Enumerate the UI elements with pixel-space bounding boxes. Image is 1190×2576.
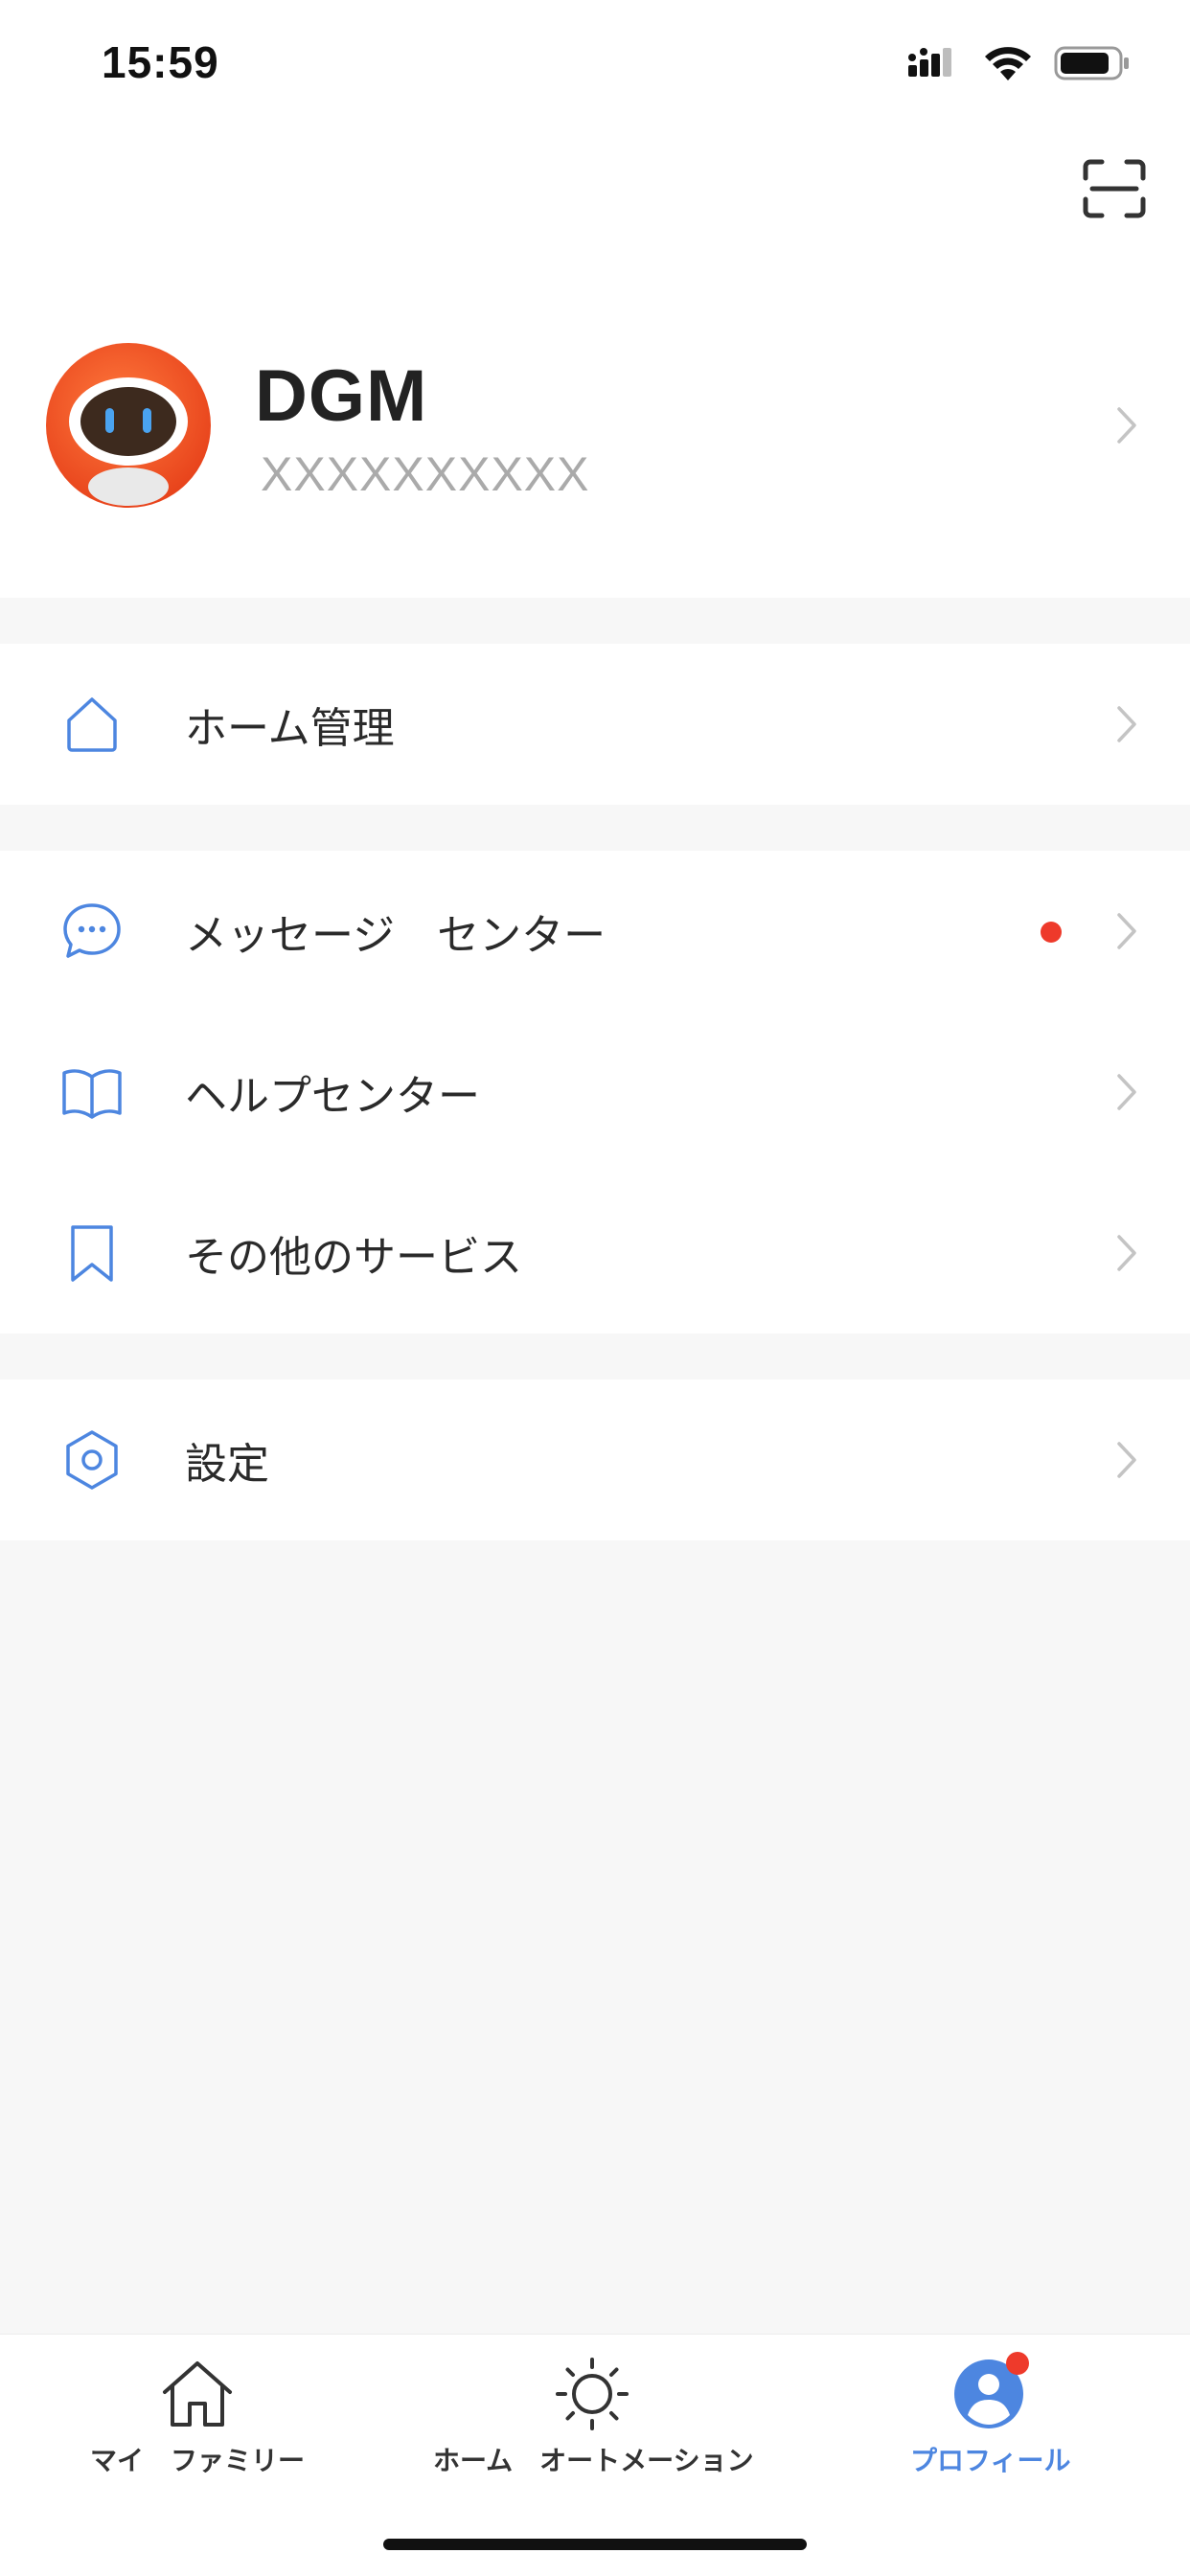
menu-group-support: メッセージ センター ヘルプセンター その他のサービス	[0, 851, 1190, 1334]
notification-dot	[1041, 922, 1062, 943]
battery-icon	[1054, 46, 1129, 80]
tab-label: プロフィール	[910, 2445, 1071, 2476]
sun-icon	[556, 2358, 629, 2430]
profile-name: DGM	[255, 355, 428, 437]
chevron-right-icon	[1117, 913, 1136, 949]
profile-account: XXXXXXXXXX	[261, 447, 590, 501]
menu-group-settings: 設定	[0, 1379, 1190, 1540]
status-time: 15:59	[102, 37, 219, 87]
tab-label: ホーム オートメーション	[433, 2445, 754, 2476]
chevron-right-icon	[1117, 1442, 1136, 1478]
menu-item-help-center[interactable]: ヘルプセンター	[0, 1012, 1190, 1173]
tab-home-automation[interactable]: ホーム オートメーション	[397, 2335, 793, 2488]
chat-bubble-icon	[63, 903, 121, 958]
bookmark-icon	[71, 1225, 113, 1282]
signal-icon	[908, 48, 951, 77]
robot-avatar	[46, 343, 211, 508]
menu-label: 設定	[185, 1440, 269, 1489]
menu-item-home-management[interactable]: ホーム管理	[0, 644, 1190, 805]
menu-label: その他のサービス	[185, 1233, 522, 1282]
chevron-right-icon	[1117, 407, 1136, 444]
status-icons	[908, 42, 1131, 84]
chevron-right-icon	[1117, 1074, 1136, 1110]
wifi-icon	[985, 47, 1031, 80]
menu-item-message-center[interactable]: メッセージ センター	[0, 851, 1190, 1012]
hexagon-settings-icon	[66, 1430, 118, 1490]
house-icon	[163, 2361, 232, 2427]
tab-label: マイ ファミリー	[90, 2445, 306, 2476]
house-icon	[67, 697, 117, 752]
menu-group-home: ホーム管理	[0, 644, 1190, 805]
tab-my-family[interactable]: マイ ファミリー	[0, 2335, 397, 2488]
menu-label: ホーム管理	[185, 704, 395, 753]
home-indicator	[383, 2539, 807, 2550]
chevron-right-icon	[1117, 1235, 1136, 1271]
menu-label: メッセージ センター	[185, 911, 606, 960]
menu-label: ヘルプセンター	[185, 1072, 480, 1121]
chevron-right-icon	[1117, 706, 1136, 742]
profile-row[interactable]: DGM XXXXXXXXXX	[0, 326, 1190, 527]
menu-item-settings[interactable]: 設定	[0, 1379, 1190, 1540]
book-icon	[62, 1069, 122, 1119]
tab-notification-dot	[1006, 2352, 1029, 2375]
menu-item-other-services[interactable]: その他のサービス	[0, 1173, 1190, 1334]
tab-profile[interactable]: プロフィール	[793, 2335, 1190, 2488]
scan-icon[interactable]	[1083, 159, 1146, 218]
